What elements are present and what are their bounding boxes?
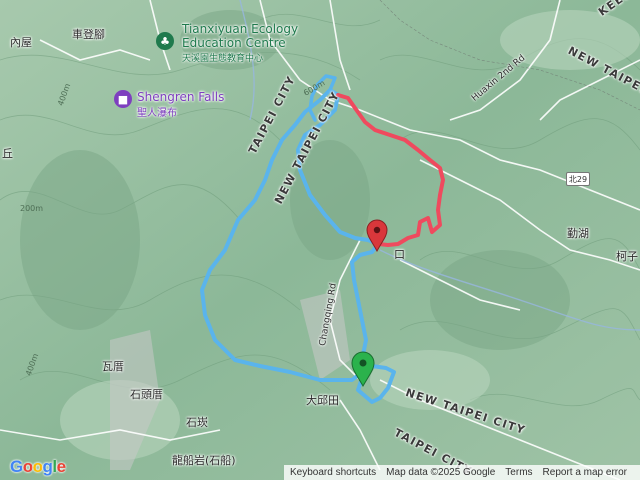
- place-label-shitoucuo: 石頭厝: [130, 388, 163, 401]
- place-label-kezi: 柯子: [616, 250, 638, 263]
- map-data-label: Map data ©2025 Google: [386, 467, 496, 478]
- poi-label-shengren-zh[interactable]: 聖人瀑布: [137, 104, 177, 119]
- track-red: [336, 93, 445, 247]
- map-canvas[interactable]: 內屋 車登腳 ♣ Tianxiyuan Ecology Education Ce…: [0, 0, 640, 480]
- place-label-longchuanyan: 龍船岩(石船): [172, 454, 236, 467]
- report-error-link[interactable]: Report a map error: [543, 467, 627, 478]
- place-label-chedengjiao: 車登腳: [72, 28, 105, 41]
- attribution-bar: Keyboard shortcuts Map data ©2025 Google…: [284, 465, 640, 480]
- poi-label-tianxiyuan-en1[interactable]: Tianxiyuan Ecology: [182, 22, 298, 36]
- tree-icon[interactable]: ♣: [156, 32, 174, 50]
- place-label-daqiutian: 大邱田: [306, 394, 339, 407]
- route-shield-icon: 北29: [566, 172, 590, 186]
- track-layer: [200, 74, 445, 404]
- google-logo: Google: [10, 457, 66, 476]
- poi-label-shengren-en[interactable]: Shengren Falls: [137, 90, 224, 104]
- place-label-kou: 口: [394, 248, 405, 261]
- place-label-neiwu: 內屋: [10, 36, 32, 49]
- place-label-qiu: 丘: [2, 147, 13, 160]
- camera-icon[interactable]: ■: [114, 90, 132, 108]
- keyboard-shortcuts-link[interactable]: Keyboard shortcuts: [290, 467, 376, 478]
- terms-link[interactable]: Terms: [505, 467, 532, 478]
- place-label-shikan: 石崁: [186, 416, 208, 429]
- poi-label-tianxiyuan-zh[interactable]: 天溪園生態教育中心: [182, 51, 263, 64]
- contour-label: 200m: [20, 204, 44, 213]
- place-label-waci: 瓦厝: [102, 360, 124, 373]
- poi-label-tianxiyuan-en2[interactable]: Education Centre: [182, 36, 286, 50]
- place-label-qinhu: 勤湖: [567, 227, 589, 240]
